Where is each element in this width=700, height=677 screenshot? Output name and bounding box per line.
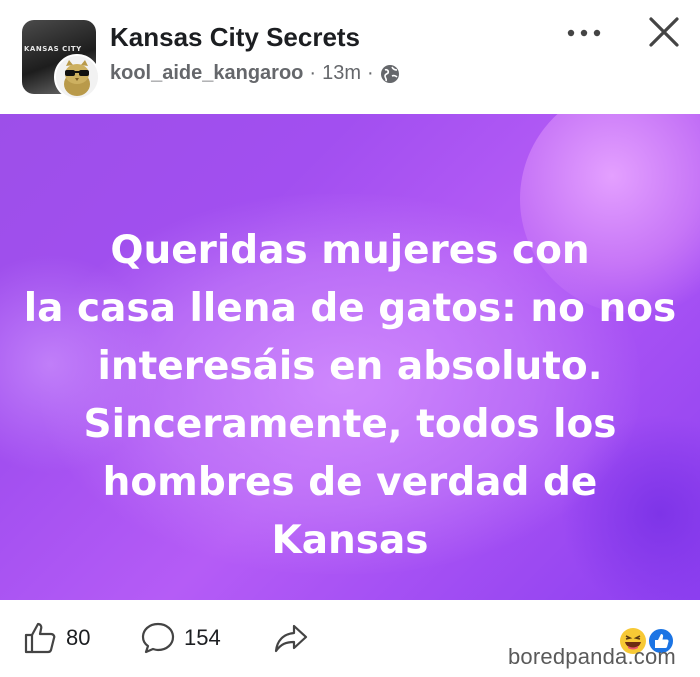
- post-text-line: la casa llena de gatos: no nos: [23, 286, 677, 331]
- post-text-line: Kansas: [271, 518, 429, 563]
- globe-icon: [380, 64, 400, 84]
- post-content: Queridas mujeres con la casa llena de ga…: [0, 114, 700, 600]
- close-button[interactable]: [642, 14, 686, 54]
- post-text-line: hombres de verdad de: [102, 460, 598, 505]
- comment-count: 154: [184, 625, 221, 650]
- like-count: 80: [66, 625, 91, 650]
- group-avatar-text: KANSAS CITY: [24, 45, 82, 53]
- post-meta: kool_aide_kangaroo · 13m ·: [110, 62, 400, 85]
- more-horizontal-icon: [567, 29, 601, 37]
- meta-separator: ·: [309, 62, 317, 84]
- like-button[interactable]: 80: [22, 620, 90, 656]
- more-options-button[interactable]: [560, 18, 610, 48]
- post-footer: 80 154 boredpanda.com: [0, 600, 700, 677]
- thumbs-up-icon: [24, 622, 56, 654]
- group-name[interactable]: Kansas City Secrets: [110, 22, 360, 53]
- comment-button[interactable]: 154: [140, 620, 221, 656]
- comment-icon: [141, 622, 175, 654]
- close-icon: [649, 17, 679, 47]
- post-time[interactable]: 13m: [322, 62, 361, 85]
- share-icon: [274, 624, 308, 653]
- watermark: boredpanda.com: [508, 644, 676, 669]
- post-text-line: interesáis en absoluto.: [97, 344, 603, 389]
- post-text-line: Sinceramente, todos los: [83, 402, 617, 447]
- post-text: Queridas mujeres con la casa llena de ga…: [20, 222, 680, 570]
- author-name[interactable]: kool_aide_kangaroo: [110, 62, 303, 85]
- user-avatar[interactable]: [54, 54, 100, 100]
- post-header: KANSAS CITY Kansas City Secrets kool_aid…: [0, 0, 700, 110]
- meta-separator-2: ·: [366, 62, 374, 84]
- post-text-line: Queridas mujeres con: [110, 228, 590, 273]
- share-button[interactable]: [272, 620, 310, 656]
